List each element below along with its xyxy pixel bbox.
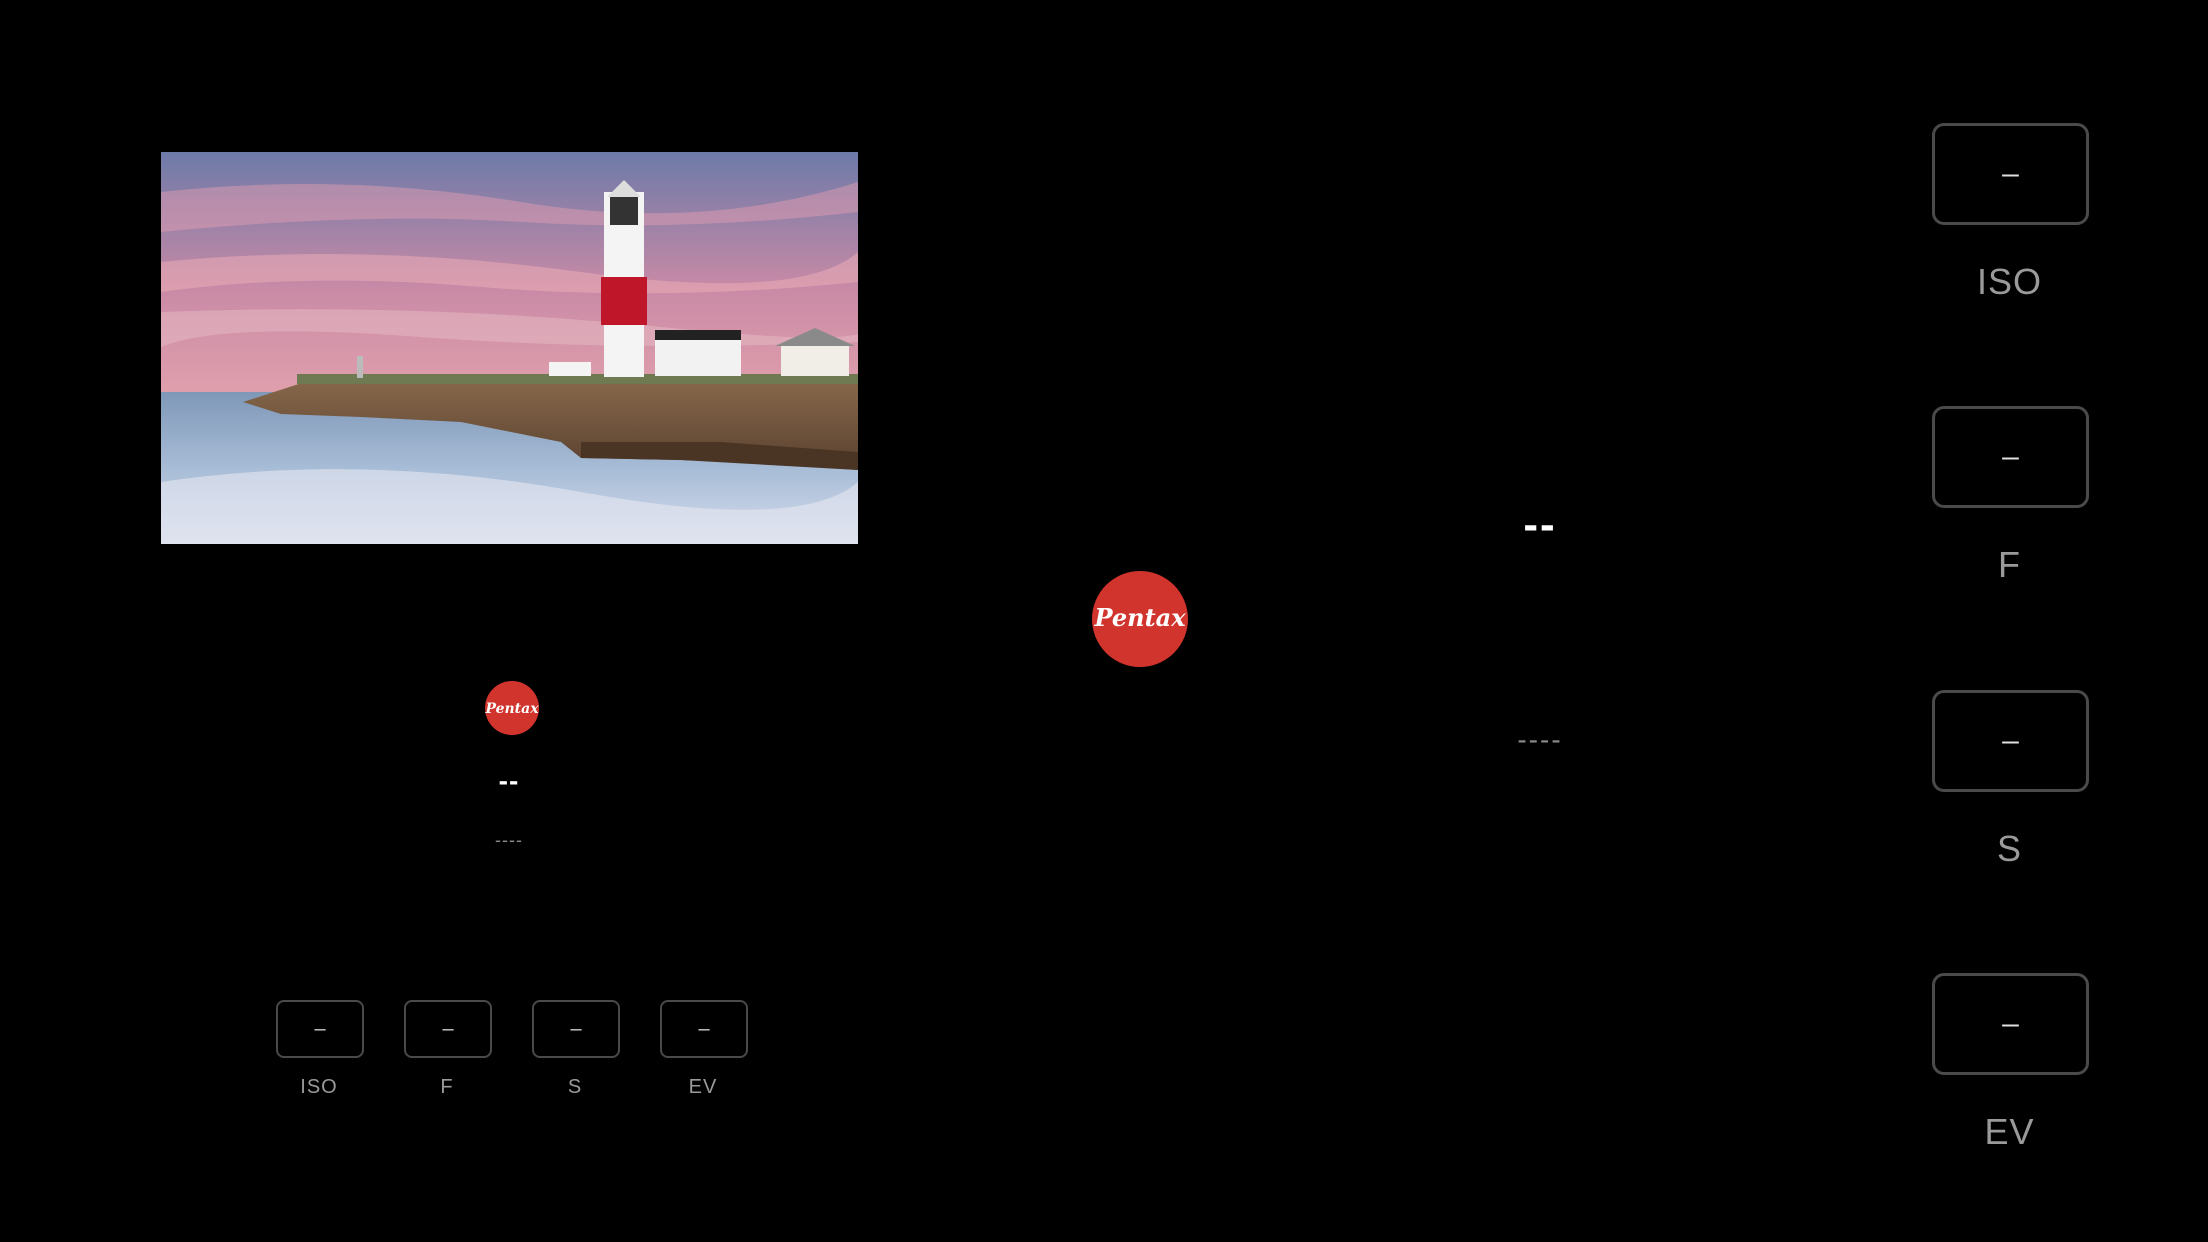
- f-button[interactable]: –: [1932, 406, 2089, 508]
- ev-label: EV: [1984, 1111, 2035, 1152]
- s-button[interactable]: –: [1932, 690, 2089, 792]
- pentax-logo-small-icon: Pentax: [485, 681, 539, 735]
- compact-main-value: --: [498, 765, 520, 796]
- compact-ev-button[interactable]: –: [660, 1000, 748, 1058]
- svg-text:Pentax: Pentax: [1093, 603, 1186, 632]
- s-control: – S: [1932, 690, 2089, 870]
- compact-iso-control: – ISO: [276, 1000, 364, 1099]
- pentax-shutter-button[interactable]: Pentax: [1092, 571, 1188, 667]
- compact-s-button[interactable]: –: [532, 1000, 620, 1058]
- compact-iso-button[interactable]: –: [276, 1000, 364, 1058]
- f-control: – F: [1932, 406, 2089, 586]
- compact-s-control: – S: [532, 1000, 620, 1099]
- camera-remote-screen: Pentax -- ---- – ISO – F – S – EV Pentax…: [0, 0, 2208, 1242]
- iso-label: ISO: [1976, 261, 2042, 302]
- ev-control: – EV: [1932, 973, 2089, 1153]
- s-label: S: [1996, 828, 2022, 869]
- readout-main-value: --: [1523, 500, 1557, 549]
- f-label: F: [1998, 544, 2021, 585]
- compact-f-label: F: [440, 1076, 454, 1098]
- compact-s-label: S: [567, 1076, 583, 1098]
- compact-f-control: – F: [404, 1000, 492, 1099]
- readout-sub-value: ----: [1517, 724, 1563, 755]
- iso-button[interactable]: –: [1932, 123, 2089, 225]
- lighthouse-photo: [161, 152, 858, 544]
- compact-ev-control: – EV: [660, 1000, 748, 1099]
- svg-text:Pentax: Pentax: [485, 701, 539, 717]
- live-preview-image[interactable]: [161, 152, 858, 544]
- compact-ev-label: EV: [688, 1076, 718, 1098]
- ev-button[interactable]: –: [1932, 973, 2089, 1075]
- iso-control: – ISO: [1932, 123, 2089, 303]
- compact-f-button[interactable]: –: [404, 1000, 492, 1058]
- compact-iso-label: ISO: [300, 1076, 338, 1098]
- compact-sub-value: ----: [495, 830, 523, 850]
